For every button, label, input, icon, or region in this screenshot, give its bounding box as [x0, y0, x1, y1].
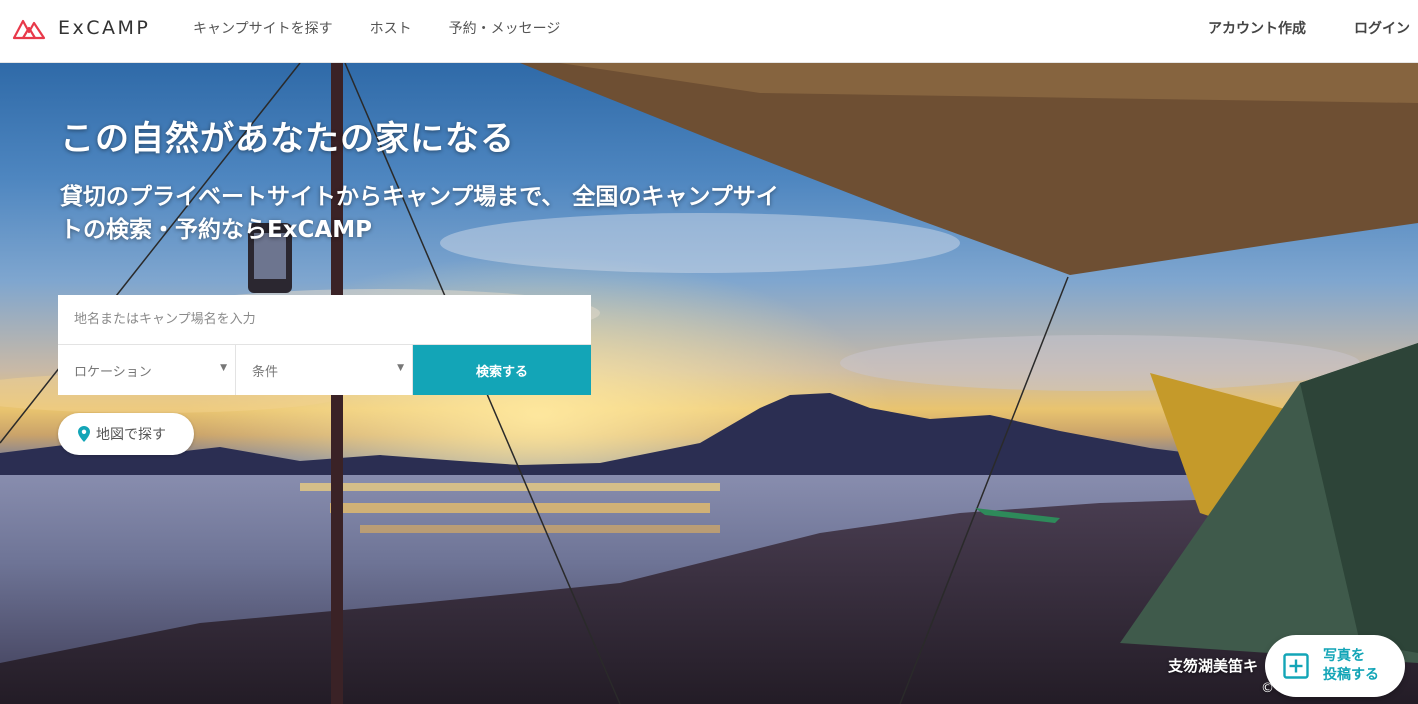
search-form: ロケーション ▼ 条件 ▼ 検索する — [58, 295, 591, 395]
logo[interactable]: ExCAMP — [12, 14, 150, 42]
search-button[interactable]: 検索する — [413, 345, 591, 395]
hero-subtitle: 貸切のプライベートサイトからキャンプ場まで、 全国のキャンプサイ トの検索・予約… — [60, 181, 860, 247]
add-square-icon — [1283, 653, 1309, 679]
hero-subtitle-line1: 貸切のプライベートサイトからキャンプ場まで、 全国のキャンプサイ — [60, 184, 779, 210]
nav-find-campsite[interactable]: キャンプサイトを探す — [193, 18, 333, 38]
account-nav: アカウント作成 ログイン — [1160, 0, 1410, 56]
post-photo-label: 写真を 投稿する — [1323, 647, 1379, 685]
post-photo-label-line1: 写真を — [1323, 648, 1365, 664]
search-input[interactable] — [58, 295, 591, 344]
main-nav: キャンプサイトを探す ホスト 予約・メッセージ — [193, 0, 597, 56]
nav-host[interactable]: ホスト — [370, 18, 412, 38]
logo-text: ExCAMP — [58, 17, 151, 39]
map-search-button[interactable]: 地図で探す — [58, 413, 194, 455]
map-pin-icon — [78, 426, 90, 442]
chevron-down-icon: ▼ — [220, 363, 227, 373]
create-account-link[interactable]: アカウント作成 — [1208, 18, 1306, 38]
map-search-label: 地図で探す — [96, 427, 166, 443]
condition-select[interactable]: 条件 ▼ — [236, 345, 413, 395]
photo-caption: 支笏湖美笛キ — [1168, 657, 1259, 675]
post-photo-button[interactable]: 写真を 投稿する — [1265, 635, 1405, 697]
hero-section: この自然があなたの家になる 貸切のプライベートサイトからキャンプ場まで、 全国の… — [0, 63, 1418, 704]
top-header: ExCAMP キャンプサイトを探す ホスト 予約・メッセージ アカウント作成 ロ… — [0, 0, 1418, 63]
hero-subtitle-line2: トの検索・予約ならExCAMP — [60, 217, 372, 243]
hero-title: この自然があなたの家になる — [60, 119, 515, 159]
search-filters-row: ロケーション ▼ 条件 ▼ 検索する — [58, 344, 591, 395]
excamp-logo-icon — [12, 19, 46, 40]
condition-select-label: 条件 — [252, 364, 279, 380]
chevron-down-icon: ▼ — [397, 363, 404, 373]
location-select[interactable]: ロケーション ▼ — [58, 345, 236, 395]
nav-reservations-messages[interactable]: 予約・メッセージ — [449, 18, 561, 38]
post-photo-label-line2: 投稿する — [1323, 667, 1379, 683]
login-link[interactable]: ログイン — [1354, 18, 1410, 38]
location-select-label: ロケーション — [74, 364, 152, 380]
